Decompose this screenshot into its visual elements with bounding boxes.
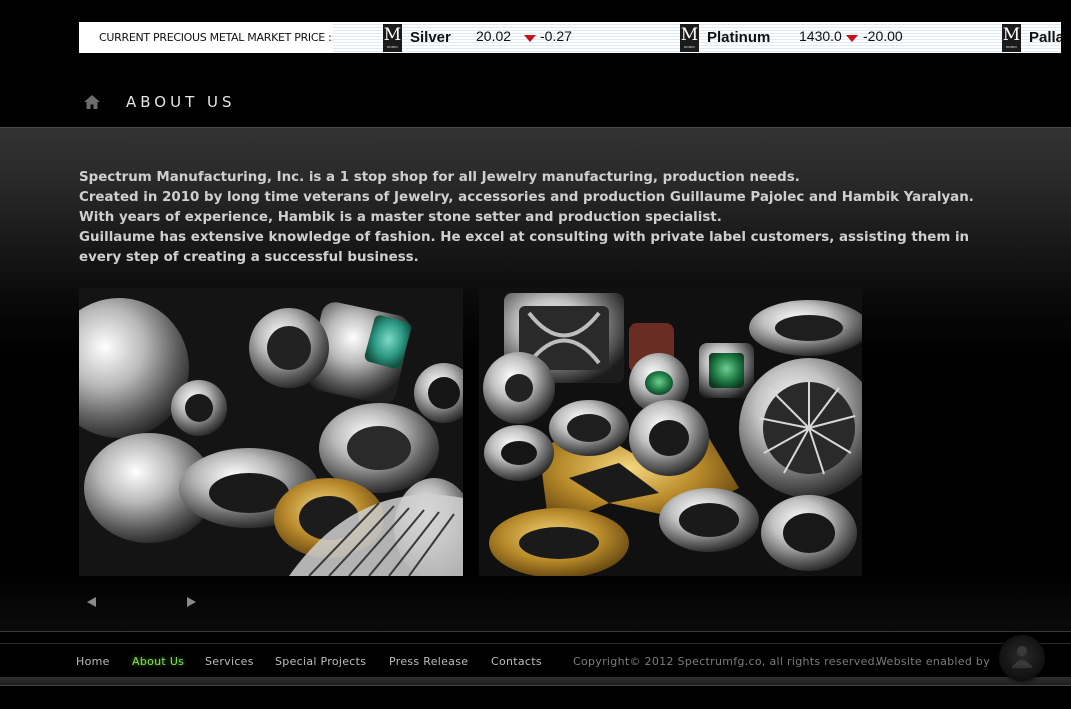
- home-icon[interactable]: [83, 94, 101, 110]
- metal-name: Palla: [1029, 29, 1061, 46]
- gallery-photo[interactable]: [479, 288, 862, 576]
- down-arrow-icon: [524, 35, 536, 42]
- gallery-photo[interactable]: [79, 288, 463, 576]
- footer-link-contacts[interactable]: Contacts: [491, 655, 542, 668]
- metal-price: 20.02: [476, 28, 512, 44]
- about-text: Spectrum Manufacturing, Inc. is a 1 stop…: [79, 168, 1009, 268]
- footer-link-services[interactable]: Services: [205, 655, 254, 668]
- metal-change: -0.27: [540, 28, 572, 44]
- enabled-by-text: Website enabled by: [876, 655, 991, 668]
- footer-link-special-projects[interactable]: Special Projects: [275, 655, 366, 668]
- footer: Home About Us Services Special Projects …: [0, 643, 1071, 678]
- ticker-label: CURRENT PRECIOUS METAL MARKET PRICE ::: [99, 31, 335, 44]
- ticker-item-palladium: M MONEX Palla: [1002, 22, 1061, 53]
- ticker-strip: M MONEX Silver 20.02 -0.27 M MONEX Plati…: [333, 22, 1061, 53]
- ticker-item-platinum: M MONEX Platinum 1430.0 -20.00: [680, 22, 980, 53]
- metal-change: -20.00: [863, 28, 903, 44]
- page-title: ABOUT US: [126, 93, 236, 111]
- developer-badge-icon[interactable]: [999, 635, 1045, 681]
- triangle-left-icon[interactable]: [87, 597, 96, 607]
- monex-logo: M MONEX: [383, 24, 402, 52]
- about-line: Created in 2010 by long time veterans of…: [79, 190, 974, 205]
- about-line: Guillaume has extensive knowledge of fas…: [79, 230, 970, 265]
- monex-logo: M MONEX: [1002, 24, 1021, 52]
- triangle-right-icon[interactable]: [187, 597, 196, 607]
- about-line: Spectrum Manufacturing, Inc. is a 1 stop…: [79, 170, 800, 185]
- copyright-text: Copyright© 2012 Spectrumfg.co, all right…: [573, 655, 879, 668]
- metal-price-ticker: CURRENT PRECIOUS METAL MARKET PRICE :: M…: [79, 22, 1061, 53]
- monex-logo: M MONEX: [680, 24, 699, 52]
- metal-price: 1430.0: [799, 28, 842, 44]
- down-arrow-icon: [846, 35, 858, 42]
- footer-link-press-release[interactable]: Press Release: [389, 655, 468, 668]
- content-panel: Spectrum Manufacturing, Inc. is a 1 stop…: [0, 127, 1071, 632]
- metal-name: Silver: [410, 29, 451, 46]
- footer-band: [0, 677, 1071, 686]
- footer-link-home[interactable]: Home: [76, 655, 110, 668]
- about-line: With years of experience, Hambik is a ma…: [79, 210, 722, 225]
- footer-link-about-us[interactable]: About Us: [132, 655, 184, 668]
- ticker-item-silver: M MONEX Silver 20.02 -0.27: [383, 22, 683, 53]
- metal-name: Platinum: [707, 29, 771, 46]
